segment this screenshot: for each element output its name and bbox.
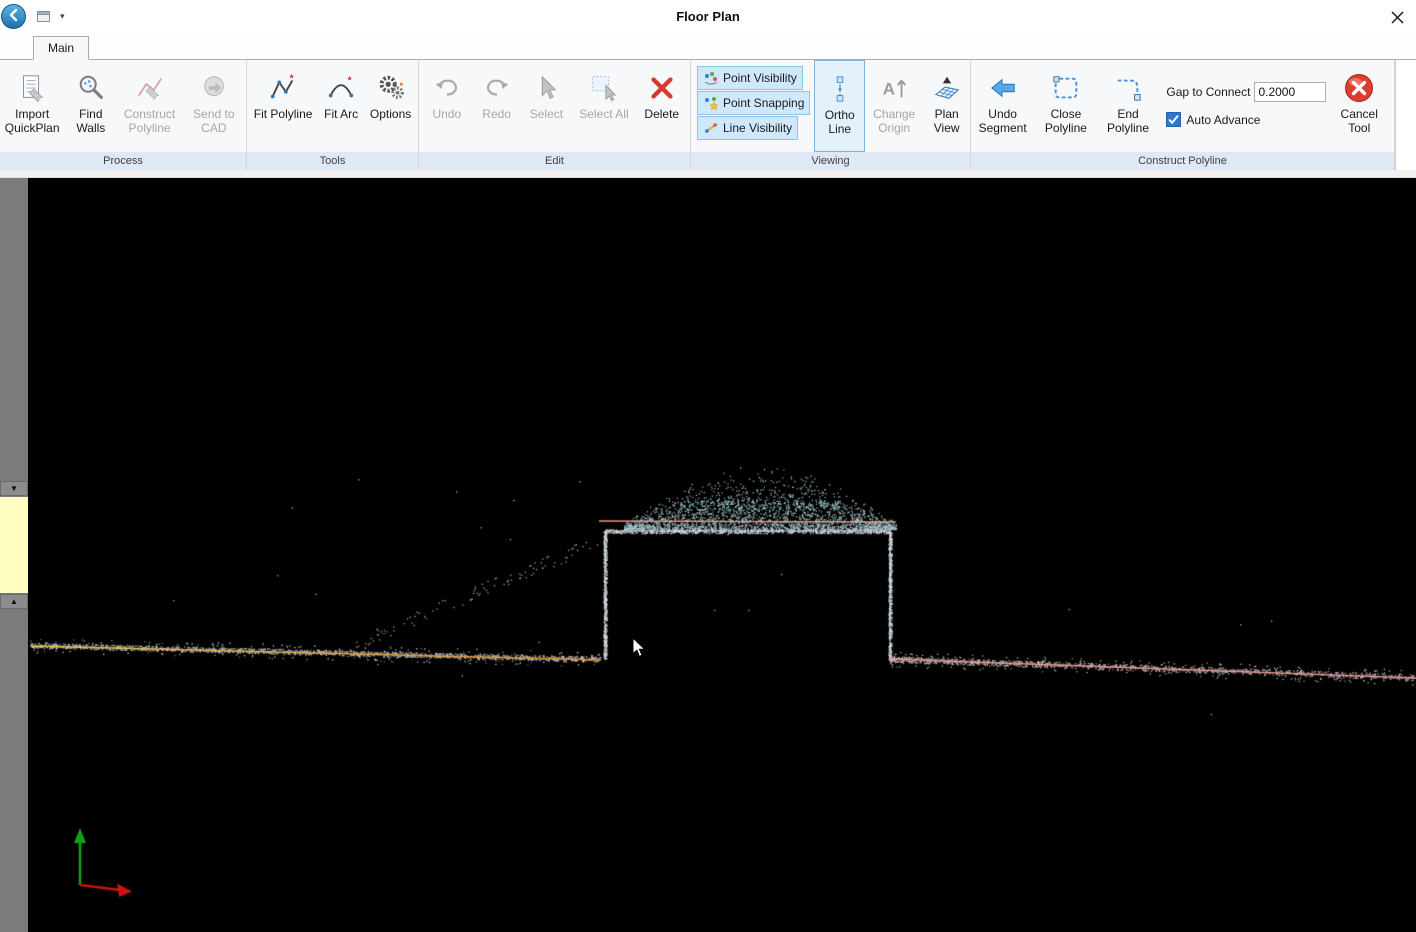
- ribbon-tab-row: Main: [0, 33, 1416, 60]
- window-titlebar: ▾ Floor Plan: [0, 0, 1416, 33]
- change-origin-button[interactable]: A Change Origin: [865, 60, 923, 152]
- undo-segment-arrow-icon: [988, 71, 1018, 105]
- ribbon-group-process: Import QuickPlan Find Walls: [0, 60, 247, 170]
- ribbon-group-viewing: Point Visibility Point Snapping: [691, 60, 971, 170]
- select-cursor-icon: [531, 71, 561, 105]
- svg-text:*: *: [290, 73, 294, 84]
- back-arrow-icon: [7, 8, 21, 25]
- delete-button[interactable]: Delete: [639, 60, 684, 152]
- undo-segment-button[interactable]: Undo Segment: [971, 60, 1034, 152]
- ortho-line-button[interactable]: Ortho Line: [814, 60, 865, 152]
- ribbon-group-edit: Undo Redo Select: [419, 60, 691, 170]
- point-cloud-canvas[interactable]: [28, 178, 1416, 932]
- ribbon: Import QuickPlan Find Walls: [0, 60, 1416, 170]
- point-visibility-icon: [703, 70, 719, 86]
- point-snapping-toggle[interactable]: Point Snapping: [697, 91, 810, 115]
- auto-advance-label: Auto Advance: [1186, 113, 1260, 127]
- gap-to-connect-input[interactable]: [1254, 82, 1326, 102]
- select-all-icon: [589, 71, 619, 105]
- ribbon-group-tools: * Fit Polyline * Fit Arc: [247, 60, 419, 170]
- quick-access-dropdown-icon[interactable]: ▾: [60, 12, 65, 21]
- svg-text:*: *: [348, 75, 352, 86]
- line-visibility-icon: [703, 120, 719, 136]
- select-button[interactable]: Select: [524, 60, 568, 152]
- scroll-up-button[interactable]: ▲: [0, 594, 28, 609]
- plan-view-button[interactable]: Plan View: [923, 60, 970, 152]
- workspace: ▼ ▲: [0, 178, 1416, 932]
- fit-arc-icon: *: [326, 71, 356, 105]
- close-polyline-icon: [1051, 71, 1081, 105]
- close-icon: [1391, 11, 1404, 24]
- plan-view-icon: [932, 71, 962, 105]
- point-snapping-icon: [703, 95, 719, 111]
- check-icon: [1168, 114, 1179, 125]
- point-cloud-viewport[interactable]: [28, 178, 1416, 932]
- undo-button[interactable]: Undo: [425, 60, 469, 152]
- change-origin-icon: A: [879, 71, 909, 105]
- window-title: Floor Plan: [0, 9, 1416, 24]
- vertical-scrollbar[interactable]: ▼ ▲: [0, 178, 28, 932]
- gap-settings-block: Gap to Connect Auto Advance: [1166, 82, 1326, 152]
- down-triangle-icon: ▼: [10, 485, 18, 493]
- group-caption-process: Process: [0, 152, 246, 170]
- send-to-cad-button[interactable]: Send to CAD: [182, 60, 246, 152]
- send-to-cad-icon: [199, 71, 229, 105]
- group-caption-viewing: Viewing: [691, 152, 970, 170]
- undo-icon: [432, 71, 462, 105]
- viewing-toggle-stack: Point Visibility Point Snapping: [697, 66, 810, 152]
- ribbon-group-construct-polyline: Undo Segment Close Polyline: [971, 60, 1395, 170]
- select-all-button[interactable]: Select All: [574, 60, 633, 152]
- fit-arc-button[interactable]: * Fit Arc: [319, 60, 363, 152]
- delete-x-icon: [647, 71, 677, 105]
- up-triangle-icon: ▲: [10, 598, 18, 606]
- auto-advance-checkbox[interactable]: [1166, 112, 1181, 127]
- options-button[interactable]: Options: [365, 60, 416, 152]
- fit-polyline-button[interactable]: * Fit Polyline: [249, 60, 318, 152]
- ortho-line-icon: [825, 72, 855, 106]
- app-window-icon[interactable]: [36, 9, 52, 24]
- close-polyline-button[interactable]: Close Polyline: [1034, 60, 1097, 152]
- find-walls-button[interactable]: Find Walls: [64, 60, 117, 152]
- fit-polyline-icon: *: [268, 71, 298, 105]
- line-visibility-toggle[interactable]: Line Visibility: [697, 116, 798, 140]
- ribbon-workspace-divider: [0, 170, 1416, 178]
- cancel-tool-button[interactable]: Cancel Tool: [1330, 60, 1388, 152]
- redo-button[interactable]: Redo: [475, 60, 519, 152]
- scrollbar-thumb[interactable]: [0, 497, 28, 593]
- end-polyline-button[interactable]: End Polyline: [1098, 60, 1159, 152]
- end-polyline-icon: [1113, 71, 1143, 105]
- group-caption-construct-polyline: Construct Polyline: [971, 152, 1394, 170]
- cancel-tool-icon: [1343, 71, 1375, 105]
- gap-to-connect-label: Gap to Connect: [1166, 85, 1250, 99]
- back-button[interactable]: [1, 4, 26, 29]
- construct-polyline-icon: [135, 71, 165, 105]
- group-caption-edit: Edit: [419, 152, 690, 170]
- tab-main[interactable]: Main: [33, 36, 89, 60]
- group-caption-tools: Tools: [247, 152, 418, 170]
- point-visibility-toggle[interactable]: Point Visibility: [697, 66, 803, 90]
- find-walls-icon: [76, 71, 106, 105]
- close-button[interactable]: [1388, 8, 1406, 26]
- redo-icon: [482, 71, 512, 105]
- gears-icon: [376, 71, 406, 105]
- construct-polyline-button[interactable]: Construct Polyline: [117, 60, 181, 152]
- scroll-down-button[interactable]: ▼: [0, 481, 28, 496]
- import-quickplan-button[interactable]: Import QuickPlan: [0, 60, 64, 152]
- svg-text:A: A: [883, 80, 895, 99]
- import-quickplan-icon: [17, 71, 47, 105]
